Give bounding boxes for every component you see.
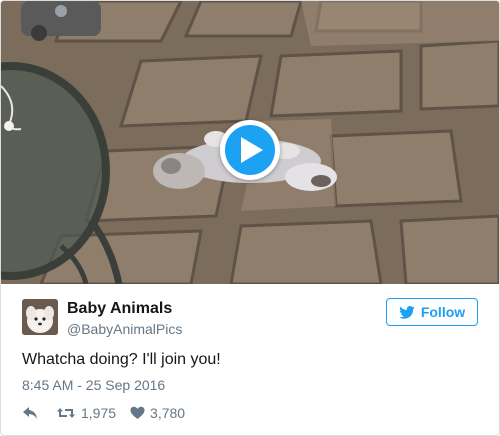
follow-label: Follow [420, 304, 466, 320]
tweet-timestamp[interactable]: 8:45 AM - 25 Sep 2016 [22, 377, 165, 393]
avatar[interactable] [22, 299, 58, 335]
author-name[interactable]: Baby Animals [67, 300, 172, 318]
heart-icon [130, 406, 145, 419]
like-button[interactable]: 3,780 [130, 405, 185, 421]
tweet-actions: 1,975 3,780 [22, 403, 185, 423]
play-button[interactable] [220, 120, 280, 180]
reply-icon [23, 407, 37, 419]
retweet-button[interactable]: 1,975 [56, 405, 116, 421]
play-icon [241, 137, 263, 163]
tweet-card: Baby Animals @BabyAnimalPics Follow What… [0, 0, 500, 436]
like-count: 3,780 [150, 405, 186, 421]
retweet-icon [57, 408, 75, 418]
follow-button[interactable]: Follow [386, 298, 478, 326]
video-player[interactable] [1, 1, 499, 284]
twitter-bird-icon [399, 305, 415, 319]
avatar-image [22, 299, 58, 335]
reply-button[interactable] [22, 406, 38, 420]
tweet-info: Baby Animals @BabyAnimalPics Follow What… [1, 285, 499, 435]
author-handle[interactable]: @BabyAnimalPics [67, 321, 182, 337]
tweet-text: Whatcha doing? I'll join you! [22, 351, 221, 368]
retweet-count: 1,975 [81, 405, 117, 421]
